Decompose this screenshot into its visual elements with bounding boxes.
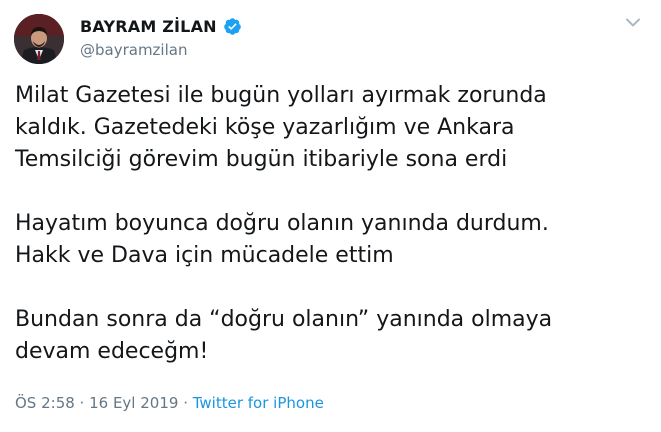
meta-separator: · bbox=[178, 394, 193, 412]
tweet-line: Bundan sonra da “doğru olanın” yanında o… bbox=[15, 307, 553, 332]
meta-separator: · bbox=[74, 394, 90, 412]
avatar[interactable] bbox=[14, 14, 64, 64]
tweet-metadata: ÖS 2:58 · 16 Eyl 2019 · Twitter for iPho… bbox=[15, 394, 324, 412]
tweet-line: Temsilciği görevim bugün itibariyle sona… bbox=[15, 147, 508, 172]
tweet-line: kaldık. Gazetedeki köşe yazarlığım ve An… bbox=[15, 115, 515, 140]
tweet-timestamp[interactable]: ÖS 2:58 · 16 Eyl 2019 bbox=[15, 394, 178, 412]
tweet-paragraph: Hayatım boyunca doğru olanın yanında dur… bbox=[15, 208, 651, 272]
tweet-time[interactable]: ÖS 2:58 bbox=[15, 394, 75, 412]
tweet-line: Hayatım boyunca doğru olanın yanında dur… bbox=[15, 211, 549, 236]
tweet-source-link[interactable]: Twitter for iPhone bbox=[193, 394, 324, 412]
tweet-line: Hakk ve Dava için mücadele ettim bbox=[15, 243, 394, 268]
tweet-line: devam edeceğm! bbox=[15, 339, 209, 364]
chevron-down-icon[interactable] bbox=[625, 17, 641, 29]
profile-photo-icon bbox=[14, 14, 64, 64]
verified-badge-icon bbox=[223, 18, 241, 35]
tweet-line: Milat Gazetesi ile bugün yolları ayırmak… bbox=[15, 83, 547, 108]
tweet-text: Milat Gazetesi ile bugün yolları ayırmak… bbox=[15, 80, 651, 368]
tweet-date[interactable]: 16 Eyl 2019 bbox=[89, 394, 178, 412]
author-display-name[interactable]: BAYRAM ZİLAN bbox=[80, 17, 217, 36]
author-name-row[interactable]: BAYRAM ZİLAN bbox=[80, 17, 242, 36]
tweet-paragraph: Milat Gazetesi ile bugün yolları ayırmak… bbox=[15, 80, 651, 176]
author-handle[interactable]: @bayramzilan bbox=[80, 41, 187, 59]
tweet-card: BAYRAM ZİLAN @bayramzilan Milat Gazetesi… bbox=[0, 0, 661, 432]
tweet-paragraph: Bundan sonra da “doğru olanın” yanında o… bbox=[15, 304, 651, 368]
